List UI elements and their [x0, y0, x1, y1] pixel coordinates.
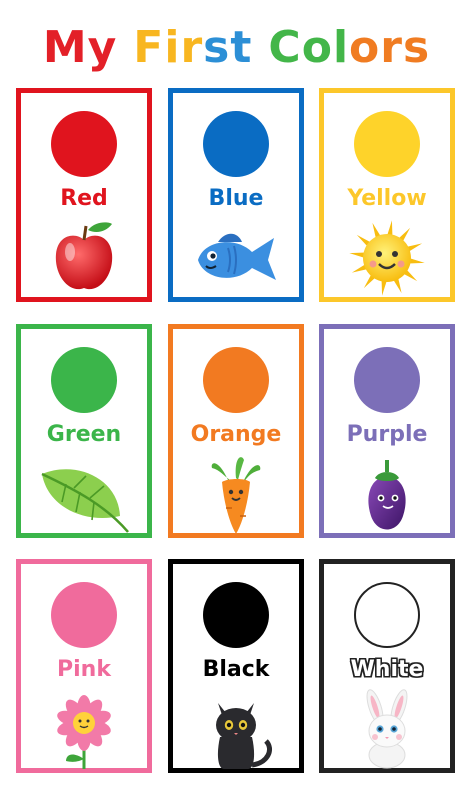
title-letter: r: [380, 22, 403, 73]
title-letter: i: [164, 22, 181, 73]
color-swatch: [203, 111, 269, 177]
carrot-icon: [188, 454, 284, 534]
color-card-purple: Purple: [319, 324, 455, 538]
color-card-yellow: Yellow: [319, 88, 455, 302]
color-label: Yellow: [347, 186, 427, 211]
color-label: White: [350, 657, 424, 682]
apple-icon: [36, 218, 132, 298]
title-letter: y: [87, 22, 118, 73]
title-letter: F: [133, 22, 165, 73]
title-letter: t: [230, 22, 253, 73]
title-letter: o: [349, 22, 381, 73]
color-label: Orange: [190, 422, 282, 447]
title-letter: M: [42, 22, 88, 73]
color-swatch: [51, 582, 117, 648]
title-letter: C: [268, 22, 302, 73]
color-swatch: [51, 111, 117, 177]
color-swatch: [203, 347, 269, 413]
color-card-black: Black: [168, 559, 304, 773]
color-label: Green: [46, 422, 122, 447]
color-card-orange: Orange: [168, 324, 304, 538]
page-title: My First Colors: [0, 20, 473, 76]
bunny-icon: [339, 689, 435, 769]
leaf-icon: [36, 454, 132, 534]
color-swatch: [354, 111, 420, 177]
flower-icon: [36, 689, 132, 769]
sun-icon: [339, 218, 435, 298]
eggplant-icon: [339, 454, 435, 534]
title-letter: o: [301, 22, 333, 73]
color-card-pink: Pink: [16, 559, 152, 773]
fish-icon: [188, 218, 284, 298]
color-label: Black: [202, 657, 270, 682]
color-swatch: [203, 582, 269, 648]
color-label: Purple: [346, 422, 428, 447]
color-label: Pink: [57, 657, 111, 682]
color-swatch: [354, 347, 420, 413]
color-swatch: [51, 347, 117, 413]
cat-icon: [188, 689, 284, 769]
color-card-red: Red: [16, 88, 152, 302]
title-letter: r: [180, 22, 204, 73]
title-letter: l: [332, 22, 350, 73]
color-card-green: Green: [16, 324, 152, 538]
color-card-white: White: [319, 559, 455, 773]
color-swatch: [354, 582, 420, 648]
color-label: Red: [60, 186, 108, 211]
color-card-blue: Blue: [168, 88, 304, 302]
title-letter: s: [203, 22, 231, 73]
title-letter: s: [402, 22, 431, 73]
color-label: Blue: [208, 186, 264, 211]
